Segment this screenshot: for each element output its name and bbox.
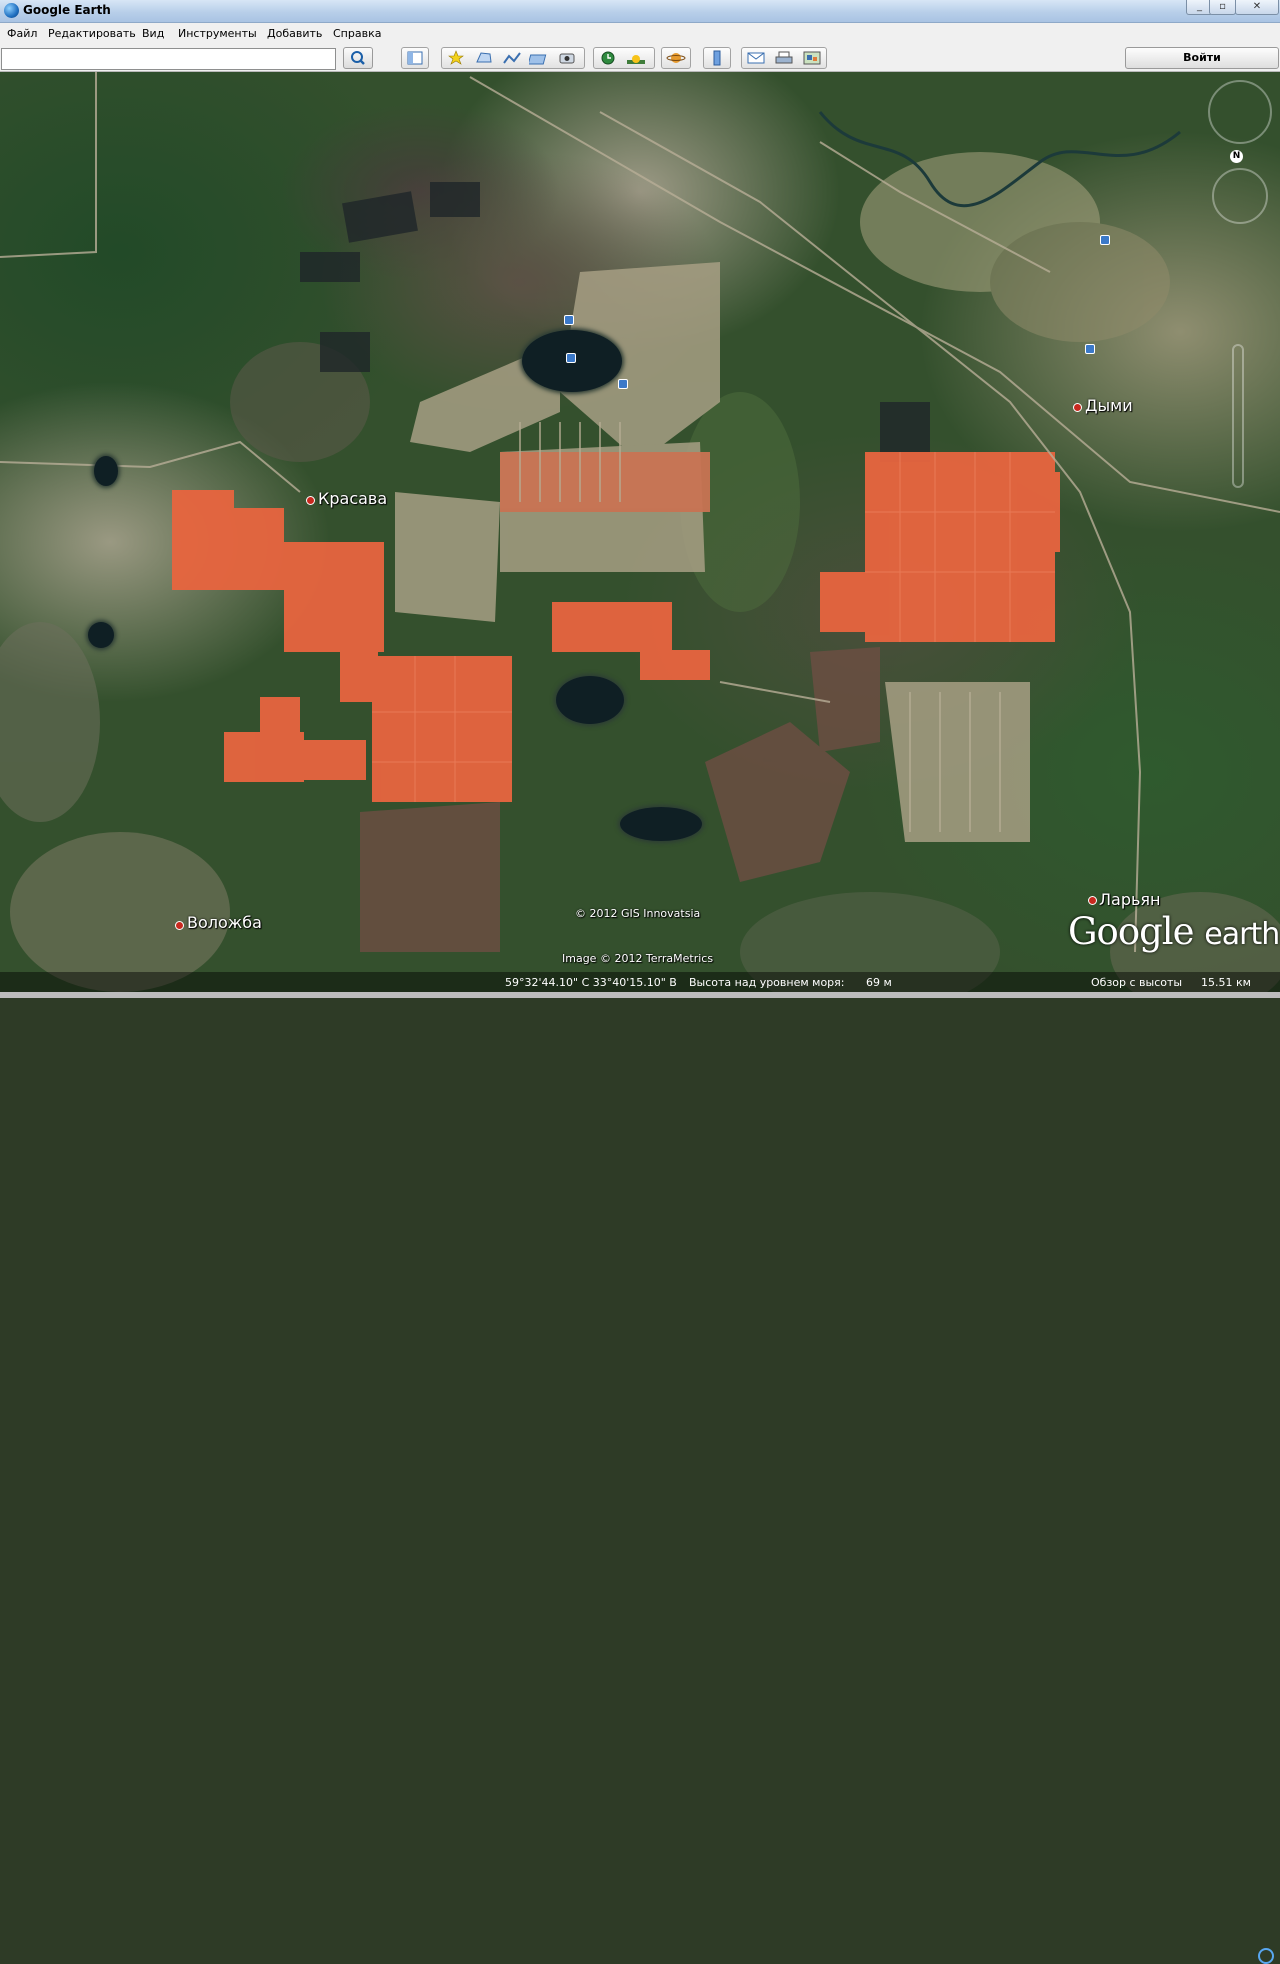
menu-help[interactable]: Справка	[333, 27, 381, 40]
search-input[interactable]	[1, 48, 336, 70]
lake	[88, 622, 114, 648]
compass-north-icon[interactable]: N	[1230, 150, 1243, 163]
place-marker-icon[interactable]	[175, 921, 184, 930]
road-marker-icon[interactable]	[1085, 344, 1095, 354]
place-label[interactable]: Дыми	[1085, 396, 1133, 415]
maximize-button[interactable]: ▫	[1209, 0, 1236, 15]
logo-earth-text: earth	[1204, 917, 1280, 952]
elevation-value: 69 м	[866, 976, 892, 989]
menu-edit[interactable]: Редактировать	[48, 27, 136, 40]
elevation-label: Высота над уровнем моря:	[689, 976, 845, 989]
road-marker-icon[interactable]	[618, 379, 628, 389]
logo-google-text: Google	[1068, 910, 1195, 953]
menu-file[interactable]: Файл	[7, 27, 37, 40]
search-icon	[351, 51, 365, 65]
road-marker-icon[interactable]	[1100, 235, 1110, 245]
menu-bar: Файл Редактировать Вид Инструменты Добав…	[0, 23, 1280, 44]
sidebar-icon[interactable]	[404, 50, 426, 66]
search-button[interactable]	[343, 47, 373, 69]
eye-altitude-label: Обзор с высоты	[1091, 976, 1183, 989]
toolbar-group-planets	[661, 47, 691, 69]
zoom-slider[interactable]	[1232, 344, 1244, 488]
tour-icon[interactable]	[557, 50, 579, 66]
toolbar-group-share	[741, 47, 827, 69]
move-joystick[interactable]	[1212, 168, 1268, 224]
google-earth-logo: Google earth	[1068, 910, 1280, 953]
lake	[620, 807, 702, 841]
email-icon[interactable]	[745, 50, 767, 66]
place-marker-icon[interactable]	[1073, 403, 1082, 412]
road-marker-icon[interactable]	[566, 353, 576, 363]
place-marker-icon[interactable]	[1088, 896, 1097, 905]
toolbar-group-add	[441, 47, 585, 69]
polygon-icon[interactable]	[473, 50, 495, 66]
history-icon[interactable]	[597, 50, 619, 66]
toolbar-group-views	[593, 47, 655, 69]
menu-tools[interactable]: Инструменты	[178, 27, 257, 40]
planets-icon[interactable]	[665, 50, 687, 66]
print-icon[interactable]	[773, 50, 795, 66]
copyright-text: Image © 2012 TerraMetrics	[562, 952, 714, 965]
title-bar: Google Earth _ ▫ ✕	[0, 0, 1280, 23]
map-view[interactable]: Красава Дыми Воложба Ларьян N © 2012 GIS…	[0, 72, 1280, 998]
road-marker-icon[interactable]	[564, 315, 574, 325]
window-bottom-edge	[0, 992, 1280, 998]
place-label[interactable]: Красава	[318, 489, 387, 508]
copyright-text: © 2012 GIS Innovatsia	[575, 907, 701, 920]
toolbar-group-sidebar	[401, 47, 429, 69]
streaming-status-icon	[1258, 1948, 1274, 1964]
placemark-icon[interactable]	[445, 50, 467, 66]
place-label[interactable]: Ларьян	[1099, 890, 1161, 909]
google-earth-app-icon	[4, 3, 19, 18]
path-icon[interactable]	[501, 50, 523, 66]
window-title: Google Earth	[23, 3, 111, 17]
look-joystick[interactable]	[1208, 80, 1272, 144]
ruler-icon[interactable]	[706, 50, 728, 66]
menu-add[interactable]: Добавить	[267, 27, 322, 40]
place-label[interactable]: Воложба	[187, 913, 262, 932]
sun-icon[interactable]	[625, 50, 647, 66]
lake	[556, 676, 624, 724]
overlay-icon[interactable]	[529, 50, 551, 66]
login-button[interactable]: Войти	[1125, 47, 1279, 69]
place-marker-icon[interactable]	[306, 496, 315, 505]
coordinates-readout: 59°32'44.10" С 33°40'15.10" В	[505, 976, 677, 989]
toolbar: Войти	[0, 44, 1280, 72]
toolbar-group-ruler	[703, 47, 731, 69]
status-bar: 59°32'44.10" С 33°40'15.10" В Высота над…	[0, 972, 1280, 1964]
map-view-icon[interactable]	[801, 50, 823, 66]
terrain-layer	[0, 72, 1280, 998]
eye-altitude-value: 15.51 км	[1201, 976, 1251, 989]
lake	[94, 456, 118, 486]
menu-view[interactable]: Вид	[142, 27, 164, 40]
close-button[interactable]: ✕	[1235, 0, 1279, 15]
